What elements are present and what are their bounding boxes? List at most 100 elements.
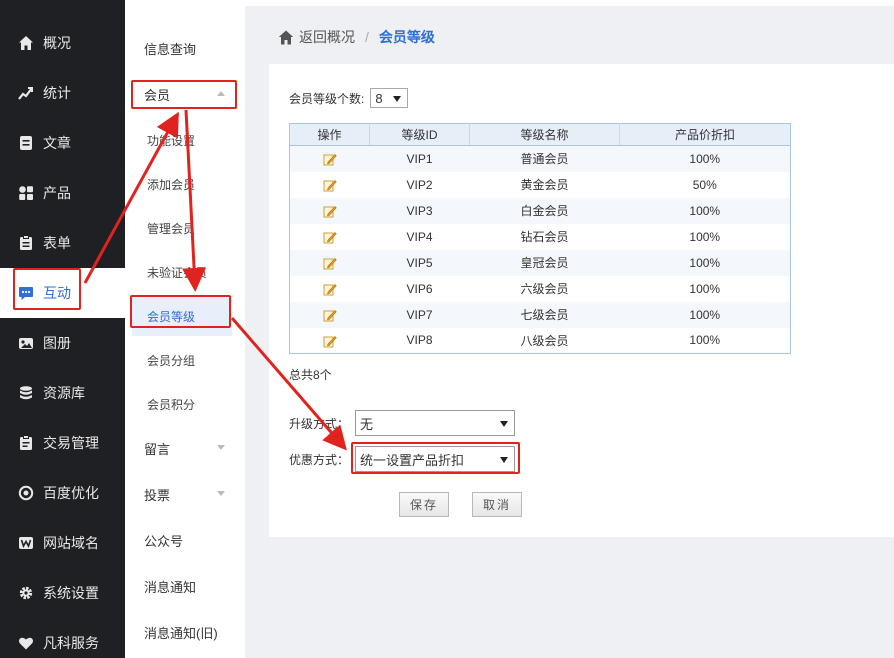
nav-item-trade[interactable]: 交易管理 <box>0 418 125 468</box>
submenu-item-official-account[interactable]: 公众号 <box>125 520 245 560</box>
submenu-label: 添加会员 <box>147 177 196 192</box>
table-row: VIP7 七级会员 100% <box>289 301 791 328</box>
level-count-select[interactable]: 8 <box>370 88 409 108</box>
edit-cell <box>289 223 370 250</box>
nav-item-seo[interactable]: 百度优化 <box>0 468 125 518</box>
home-icon[interactable] <box>278 30 294 45</box>
table-row: VIP2 黄金会员 50% <box>289 171 791 198</box>
level-name-cell: 钻石会员 <box>469 223 620 250</box>
nav-item-stats[interactable]: 统计 <box>0 68 125 118</box>
clipboard-icon <box>18 235 34 251</box>
breadcrumb-current: 会员等级 <box>378 29 435 45</box>
level-count-value: 8 <box>375 90 383 106</box>
discount-cell: 100% <box>619 223 791 250</box>
edit-pencil-icon[interactable] <box>323 152 337 166</box>
chevron-down-icon <box>217 445 225 450</box>
submenu-label: 公众号 <box>144 533 184 549</box>
submenu-label: 管理会员 <box>147 221 196 236</box>
nav-label: 统计 <box>43 85 71 101</box>
level-id-cell: VIP1 <box>369 145 470 172</box>
edit-pencil-icon[interactable] <box>323 178 337 192</box>
nav-label: 系统设置 <box>43 585 99 601</box>
submenu-item-votes[interactable]: 投票 <box>125 474 245 514</box>
nav-label: 概况 <box>43 35 71 51</box>
breadcrumb-back-link[interactable]: 返回概况 <box>299 27 355 47</box>
level-count-row: 会员等级个数: 8 <box>289 88 409 108</box>
breadcrumb: 返回概况 / 会员等级 <box>278 27 435 47</box>
nav-item-overview[interactable]: 概况 <box>0 18 125 68</box>
nav-item-gallery[interactable]: 图册 <box>0 318 125 368</box>
cancel-button[interactable]: 取消 <box>472 492 522 517</box>
level-count-label: 会员等级个数: <box>289 91 365 106</box>
nav-item-domain[interactable]: 网站域名 <box>0 518 125 568</box>
level-id-cell: VIP2 <box>369 171 470 198</box>
edit-pencil-icon[interactable] <box>323 308 337 322</box>
edit-pencil-icon[interactable] <box>323 204 337 218</box>
submenu-item-messages[interactable]: 留言 <box>125 428 245 468</box>
edit-pencil-icon[interactable] <box>323 256 337 270</box>
discount-cell: 100% <box>619 275 791 302</box>
edit-cell <box>289 145 370 172</box>
column-header: 操作 <box>289 123 370 146</box>
annotation-box-member-levels <box>130 295 231 328</box>
nav-label: 百度优化 <box>43 485 99 501</box>
discount-cell: 100% <box>619 145 791 172</box>
discount-cell: 100% <box>619 249 791 276</box>
submenu-item-member-groups[interactable]: 会员分组 <box>125 340 245 380</box>
document-icon <box>18 135 34 151</box>
edit-pencil-icon[interactable] <box>323 334 337 348</box>
nav-item-service[interactable]: 凡科服务 <box>0 618 125 658</box>
level-name-cell: 普通会员 <box>469 145 620 172</box>
nav-label: 网站域名 <box>43 535 99 551</box>
edit-pencil-icon[interactable] <box>323 230 337 244</box>
column-header: 产品价折扣 <box>619 123 791 146</box>
level-name-cell: 八级会员 <box>469 327 620 354</box>
submenu-item-member-points[interactable]: 会员积分 <box>125 384 245 424</box>
heart-icon <box>18 635 34 651</box>
submenu-item-notifications-old[interactable]: 消息通知(旧) <box>125 612 245 652</box>
nav-item-resources[interactable]: 资源库 <box>0 368 125 418</box>
dropdown-arrow-icon <box>500 421 509 427</box>
upgrade-label: 升级方式： <box>289 416 350 431</box>
w-badge-icon <box>18 535 34 551</box>
member-level-table: 操作 等级ID 等级名称 产品价折扣 VIP1 普通会员 100% VIP2 黄金会员 5… <box>289 123 791 354</box>
discount-cell: 50% <box>619 171 791 198</box>
submenu-item-add-member[interactable]: 添加会员 <box>125 164 245 204</box>
submenu-item-info-query[interactable]: 信息查询 <box>125 28 245 68</box>
table-row: VIP8 八级会员 100% <box>289 327 791 354</box>
submenu-label: 消息通知 <box>144 579 197 595</box>
target-icon <box>18 485 34 501</box>
submenu-item-notifications[interactable]: 消息通知 <box>125 566 245 606</box>
edit-pencil-icon[interactable] <box>323 282 337 296</box>
submenu-item-unverified[interactable]: 未验证会员 <box>125 252 245 292</box>
discount-label: 优惠方式： <box>289 452 350 467</box>
nav-label: 产品 <box>43 185 71 201</box>
total-count: 总共8个 <box>289 368 332 382</box>
annotation-box-discount-select <box>351 442 520 474</box>
submenu-label: 投票 <box>144 487 171 503</box>
upgrade-row: 升级方式： 无 <box>289 410 516 436</box>
upgrade-select[interactable]: 无 <box>355 410 516 436</box>
chevron-down-icon <box>217 491 225 496</box>
database-icon <box>18 385 34 401</box>
nav-item-forms[interactable]: 表单 <box>0 218 125 268</box>
save-button[interactable]: 保存 <box>399 492 449 517</box>
nav-label: 凡科服务 <box>43 635 99 651</box>
level-id-cell: VIP8 <box>369 327 470 354</box>
nav-item-settings[interactable]: 系统设置 <box>0 568 125 618</box>
nav-label: 交易管理 <box>43 435 99 451</box>
nav-item-articles[interactable]: 文章 <box>0 118 125 168</box>
table-row: VIP5 皇冠会员 100% <box>289 249 791 276</box>
submenu-item-manage-members[interactable]: 管理会员 <box>125 208 245 248</box>
level-name-cell: 六级会员 <box>469 275 620 302</box>
submenu-item-function-settings[interactable]: 功能设置 <box>125 120 245 160</box>
submenu-label: 留言 <box>144 441 171 457</box>
home-icon <box>18 35 34 51</box>
order-icon <box>18 435 34 451</box>
nav-label: 资源库 <box>43 385 85 401</box>
dropdown-arrow-icon <box>393 96 402 102</box>
discount-cell: 100% <box>619 301 791 328</box>
edit-cell <box>289 301 370 328</box>
nav-label: 表单 <box>43 235 71 251</box>
nav-item-products[interactable]: 产品 <box>0 168 125 218</box>
